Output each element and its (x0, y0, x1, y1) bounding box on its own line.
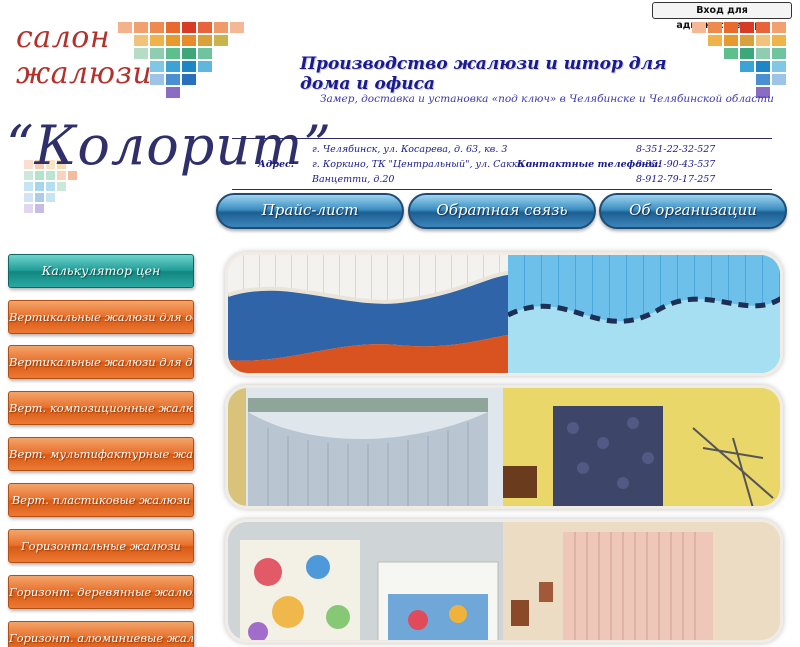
sidebar-price-calculator[interactable]: Калькулятор цен (8, 254, 194, 288)
address-line: Ванцетти, д.20 (312, 174, 395, 185)
phones-block: 8-351-22-32-527 8-351-90-43-537 8-912-79… (636, 142, 715, 187)
patterned-blind-image (503, 388, 780, 506)
nav-feedback[interactable]: Обратная связь (408, 193, 596, 229)
sidebar-horizontal-wood[interactable]: Горизонт. деревянные жалюзи (8, 575, 194, 609)
nav-about[interactable]: Об организации (599, 193, 787, 229)
contacts-divider-bottom (232, 189, 772, 190)
beige-vertical-blinds-image (503, 522, 780, 640)
gallery-photo-1 (225, 252, 783, 376)
blue-blinds-image (508, 295, 780, 373)
brand-jalousie: жалюзи (16, 56, 153, 91)
floral-roller-blinds-image (228, 522, 503, 640)
admin-login-button[interactable]: Вход для администратора (652, 2, 792, 31)
gallery-photo-2 (225, 385, 783, 509)
gallery-photo-3 (225, 519, 783, 643)
sidebar-vertical-home[interactable]: Вертикальные жалюзи для дома (8, 345, 194, 379)
address-line: г. Челябинск, ул. Косарева, д. 63, кв. 3 (312, 144, 508, 155)
phone-number: 8-912-79-17-257 (636, 174, 716, 185)
sidebar-vertical-plastic[interactable]: Верт. пластиковые жалюзи (8, 483, 194, 517)
sheer-blinds-image (228, 388, 503, 506)
address-label: Адрес: (258, 159, 295, 170)
phone-number: 8-351-22-32-527 (636, 144, 716, 155)
wave-blinds-image (228, 271, 508, 373)
brand-salon: салон (16, 20, 111, 55)
contacts-divider-top (232, 138, 772, 139)
sidebar-horizontal[interactable]: Горизонтальные жалюзи (8, 529, 194, 563)
page-subheading: Замер, доставка и установка «под ключ» в… (320, 93, 774, 105)
nav-price-list[interactable]: Прайс-лист (216, 193, 404, 229)
sidebar-vertical-composite[interactable]: Верт. композиционные жалюзи (8, 391, 194, 425)
sidebar-horizontal-aluminium[interactable]: Горизонт. алюминиевые жалюзи (8, 621, 194, 647)
address-block: г. Челябинск, ул. Косарева, д. 63, кв. 3… (312, 142, 532, 187)
phone-number: 8-351-90-43-537 (636, 159, 716, 170)
sidebar-vertical-multitexture[interactable]: Верт. мультифактурные жалюзи (8, 437, 194, 471)
address-line: г. Коркино, ТК "Центральный", ул. Сакко … (312, 159, 533, 170)
sidebar-vertical-office[interactable]: Вертикальные жалюзи для офиса (8, 300, 194, 334)
page-heading: Производство жалюзи и штор для дома и оф… (300, 54, 667, 94)
